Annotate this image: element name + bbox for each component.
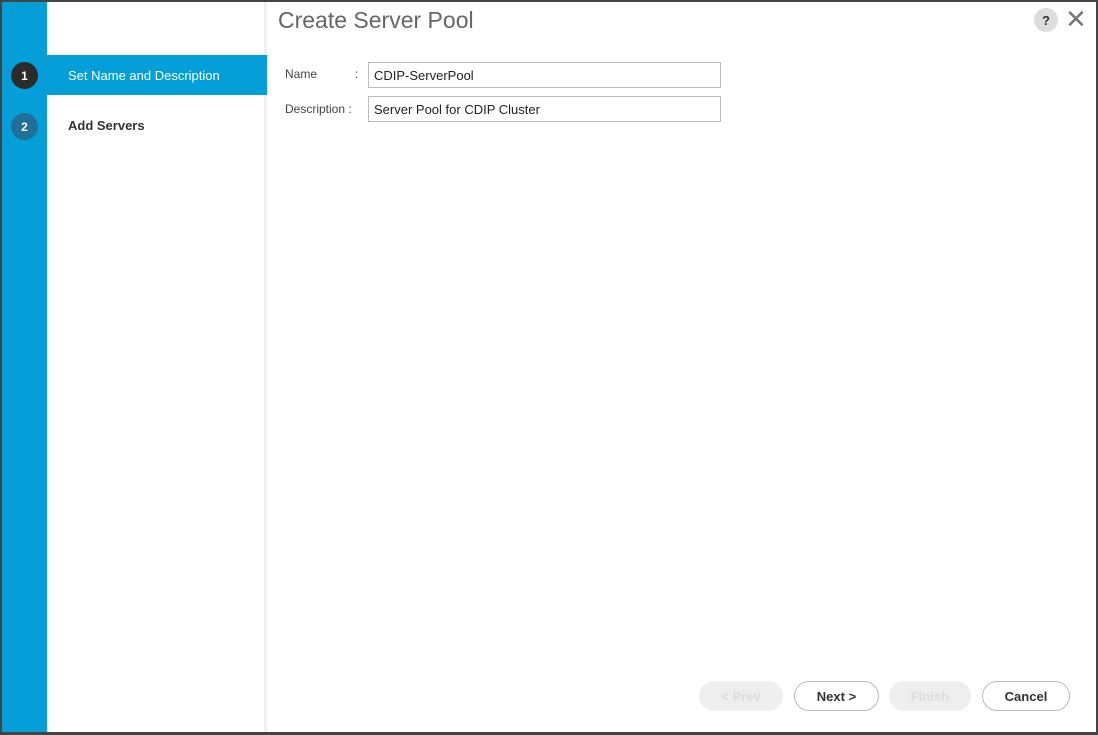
description-label: Description : [285,102,352,116]
step-add-servers[interactable]: Add Servers [47,105,267,145]
step-number-1: 1 [11,62,38,89]
cancel-button[interactable]: Cancel [982,681,1070,711]
name-colon: : [355,67,359,81]
name-label: Name [285,67,318,81]
name-input[interactable] [368,62,721,88]
step-label: Set Name and Description [68,67,220,83]
step-number-2: 2 [11,113,38,140]
step-label: Add Servers [68,117,145,133]
description-input[interactable] [368,96,721,122]
step-strip [2,2,47,732]
close-icon[interactable]: ✕ [1065,5,1087,33]
dialog-title: Create Server Pool [278,7,474,33]
step-set-name[interactable]: Set Name and Description [47,55,267,95]
next-button[interactable]: Next > [794,681,879,711]
help-icon[interactable]: ? [1034,8,1058,32]
prev-button[interactable]: < Prev [699,681,783,711]
finish-button[interactable]: Finish [889,681,971,711]
